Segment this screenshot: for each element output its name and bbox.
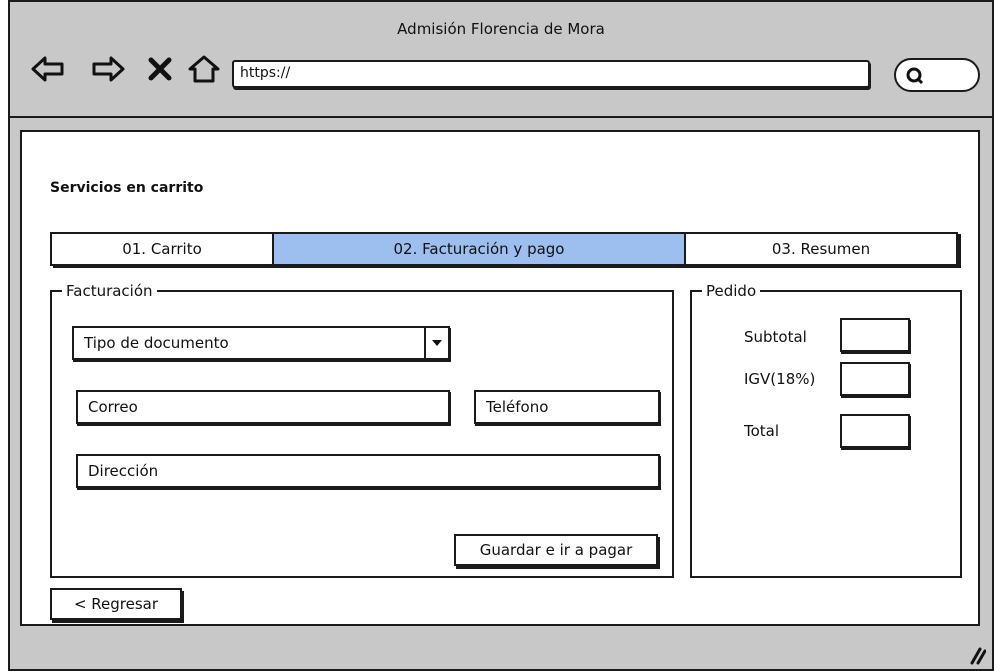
document-type-select[interactable]: Tipo de documento [72,326,450,360]
home-icon[interactable] [186,54,222,84]
browser-chrome: Admisión Florencia de Mora https:// [10,2,992,118]
tab-resumen[interactable]: 03. Resumen [686,234,956,264]
tax-value [840,362,910,396]
search-icon [906,67,924,85]
url-bar[interactable]: https:// [232,60,870,88]
back-arrow-icon[interactable] [30,54,66,84]
back-button[interactable]: < Regresar [50,588,182,620]
window-title: Admisión Florencia de Mora [397,20,605,38]
billing-legend: Facturación [66,282,153,300]
address-field[interactable]: Dirección [76,454,660,488]
page-content: Servicios en carrito 01. Carrito 02. Fac… [20,130,980,626]
search-button[interactable] [894,58,980,92]
checkout-steps: 01. Carrito 02. Facturación y pago 03. R… [50,232,958,266]
total-label: Total [744,422,780,440]
tab-carrito[interactable]: 01. Carrito [52,234,274,264]
total-value [840,414,910,448]
save-and-pay-button[interactable]: Guardar e ir a pagar [454,534,658,566]
subtotal-value [840,318,910,352]
resize-handle-icon[interactable] [964,643,986,665]
email-field[interactable]: Correo [76,390,450,424]
tab-facturacion-y-pago[interactable]: 02. Facturación y pago [274,234,686,264]
chevron-down-icon [424,328,448,358]
forward-arrow-icon[interactable] [90,54,126,84]
tax-label: IGV(18%) [744,370,816,388]
browser-window: Admisión Florencia de Mora https:// Serv… [8,0,994,671]
phone-field[interactable]: Teléfono [474,390,660,424]
subtotal-label: Subtotal [744,328,807,346]
billing-section: Facturación Tipo de documento Correo Tel… [50,282,674,578]
page-title: Servicios en carrito [50,180,204,196]
close-icon[interactable] [146,54,174,84]
document-type-value: Tipo de documento [84,334,229,352]
order-section: Pedido Subtotal IGV(18%) Total [690,282,962,578]
order-legend: Pedido [706,282,757,300]
